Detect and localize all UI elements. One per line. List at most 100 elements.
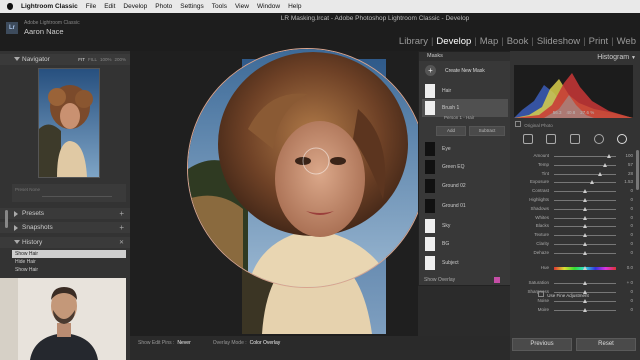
slider-value[interactable]: 0 <box>630 298 633 303</box>
history-item[interactable]: Show Hair <box>12 266 126 274</box>
menu-develop[interactable]: Develop <box>123 3 147 10</box>
mask-row-ground-02[interactable]: Ground 02 <box>422 177 508 195</box>
slider-moire[interactable]: Moire 0 <box>512 306 638 315</box>
slider-value[interactable]: 0.0 <box>627 265 633 270</box>
slider-value[interactable]: 1.53 <box>624 179 633 184</box>
slider-shadows[interactable]: Shadows 0 <box>512 205 638 214</box>
mask-row-subject[interactable]: Subject <box>422 254 508 272</box>
slider-handle[interactable] <box>583 298 587 303</box>
slider-value[interactable]: 0 <box>630 188 633 193</box>
slider-highlights[interactable]: Highlights 0 <box>512 196 638 205</box>
menu-tools[interactable]: Tools <box>212 3 227 10</box>
zoom-200[interactable]: 200% <box>114 57 126 62</box>
slider-handle[interactable] <box>583 215 587 220</box>
module-slideshow[interactable]: Slideshow <box>537 36 580 47</box>
histogram-header[interactable]: Histogram ▼ <box>510 54 640 61</box>
module-print[interactable]: Print <box>589 36 609 47</box>
module-web[interactable]: Web <box>617 36 636 47</box>
menu-photo[interactable]: Photo <box>155 3 172 10</box>
slider-blacks[interactable]: Blacks 0 <box>512 222 638 231</box>
mask-row-bg[interactable]: BG <box>422 235 508 253</box>
slider-value[interactable]: 0 <box>630 241 633 246</box>
slider-contrast[interactable]: Contrast 0 <box>512 187 638 196</box>
slider-handle[interactable] <box>583 250 587 255</box>
left-panel-scrollbar[interactable] <box>5 210 8 228</box>
slider-track[interactable] <box>554 173 616 175</box>
slider-value[interactable]: 0 <box>630 223 633 228</box>
previous-button[interactable]: Previous <box>512 338 572 351</box>
slider-value[interactable]: 0 <box>630 206 633 211</box>
add-snapshot-icon[interactable]: + <box>119 223 124 232</box>
show-overlay-checkbox[interactable]: Show Overlay <box>424 277 455 283</box>
original-photo-checkbox[interactable]: Original Photo <box>515 121 553 128</box>
edit-pins-select[interactable]: Never <box>177 340 190 346</box>
navigator-preview[interactable] <box>38 68 100 178</box>
slider-handle[interactable] <box>583 224 587 229</box>
slider-amount[interactable]: Amount 100 <box>512 152 638 161</box>
mask-subtract-button[interactable]: Subtract <box>469 126 505 136</box>
mask-row-hair[interactable]: Hair <box>422 82 508 100</box>
red-eye-icon[interactable] <box>593 134 604 144</box>
mask-row-ground-01[interactable]: Ground 01 <box>422 197 508 215</box>
menu-file[interactable]: File <box>86 3 96 10</box>
slider-saturation[interactable]: Saturation + 0 <box>512 279 638 288</box>
overlay-color-swatch[interactable] <box>494 277 500 283</box>
zoom-fill[interactable]: FILL <box>88 57 97 62</box>
slider-value[interactable]: 57 <box>628 162 633 167</box>
mask-row-person-hair[interactable]: Person 1 - Hair <box>422 112 508 124</box>
menu-edit[interactable]: Edit <box>104 3 115 10</box>
slider-tint[interactable]: Tint 28 <box>512 170 638 179</box>
slider-value[interactable]: + 0 <box>627 280 633 285</box>
slider-texture[interactable]: Texture 0 <box>512 231 638 240</box>
overlay-mode-select[interactable]: Color Overlay <box>250 340 281 346</box>
mask-add-button[interactable]: Add <box>436 126 466 136</box>
module-library[interactable]: Library <box>399 36 428 47</box>
slider-dehaze[interactable]: Dehaze 0 <box>512 249 638 258</box>
slider-noise[interactable]: Noise 0 <box>512 297 638 306</box>
fine-adjustment-checkbox[interactable]: Use Fine Adjustment <box>538 291 589 298</box>
slider-handle[interactable] <box>602 162 607 167</box>
slider-value[interactable]: 28 <box>628 171 633 176</box>
masking-icon[interactable] <box>617 134 628 144</box>
mask-row-eye[interactable]: Eye <box>422 140 508 158</box>
crop-icon[interactable] <box>546 134 557 144</box>
healing-icon[interactable] <box>569 134 580 144</box>
zoom-100[interactable]: 100% <box>100 57 112 62</box>
slider-clarity[interactable]: Clarity 0 <box>512 240 638 249</box>
slider-handle[interactable] <box>583 281 587 286</box>
slider-value[interactable]: 0 <box>630 232 633 237</box>
presets-header[interactable]: Presets + <box>0 208 130 219</box>
slider-value[interactable]: 0 <box>630 197 633 202</box>
slider-handle[interactable] <box>583 265 587 270</box>
preset-amount-track[interactable] <box>42 196 112 197</box>
slider-handle[interactable] <box>583 241 587 246</box>
slider-exposure[interactable]: Exposure 1.53 <box>512 178 638 187</box>
slider-handle[interactable] <box>583 197 587 202</box>
slider-value[interactable]: 0 <box>630 215 633 220</box>
slider-hue[interactable]: Hue 0.0 <box>512 264 638 273</box>
slider-whites[interactable]: Whites 0 <box>512 214 638 223</box>
add-preset-icon[interactable]: + <box>119 209 124 218</box>
slider-handle[interactable] <box>583 307 587 312</box>
slider-value[interactable]: 100 <box>625 153 633 158</box>
magnified-photo-loupe[interactable] <box>187 48 427 288</box>
slider-handle[interactable] <box>583 189 587 194</box>
slider-handle[interactable] <box>597 171 602 176</box>
slider-handle[interactable] <box>583 233 587 238</box>
history-header[interactable]: History ✕ <box>0 237 130 248</box>
create-new-mask-button[interactable]: + Create New Mask <box>423 64 509 78</box>
history-item[interactable]: Hide Hair <box>12 258 126 266</box>
zoom-fit[interactable]: FIT <box>78 57 85 62</box>
apple-icon[interactable] <box>7 3 13 10</box>
menu-view[interactable]: View <box>235 3 249 10</box>
slider-track[interactable] <box>554 182 616 184</box>
menu-help[interactable]: Help <box>288 3 301 10</box>
slider-value[interactable]: 0 <box>630 250 633 255</box>
slider-value[interactable]: 0 <box>630 289 633 294</box>
module-map[interactable]: Map <box>480 36 498 47</box>
slider-value[interactable]: 0 <box>630 307 633 312</box>
mask-row-sky[interactable]: Sky <box>422 217 508 235</box>
snapshots-header[interactable]: Snapshots + <box>0 222 130 233</box>
slider-handle[interactable] <box>583 206 587 211</box>
menu-window[interactable]: Window <box>257 3 280 10</box>
